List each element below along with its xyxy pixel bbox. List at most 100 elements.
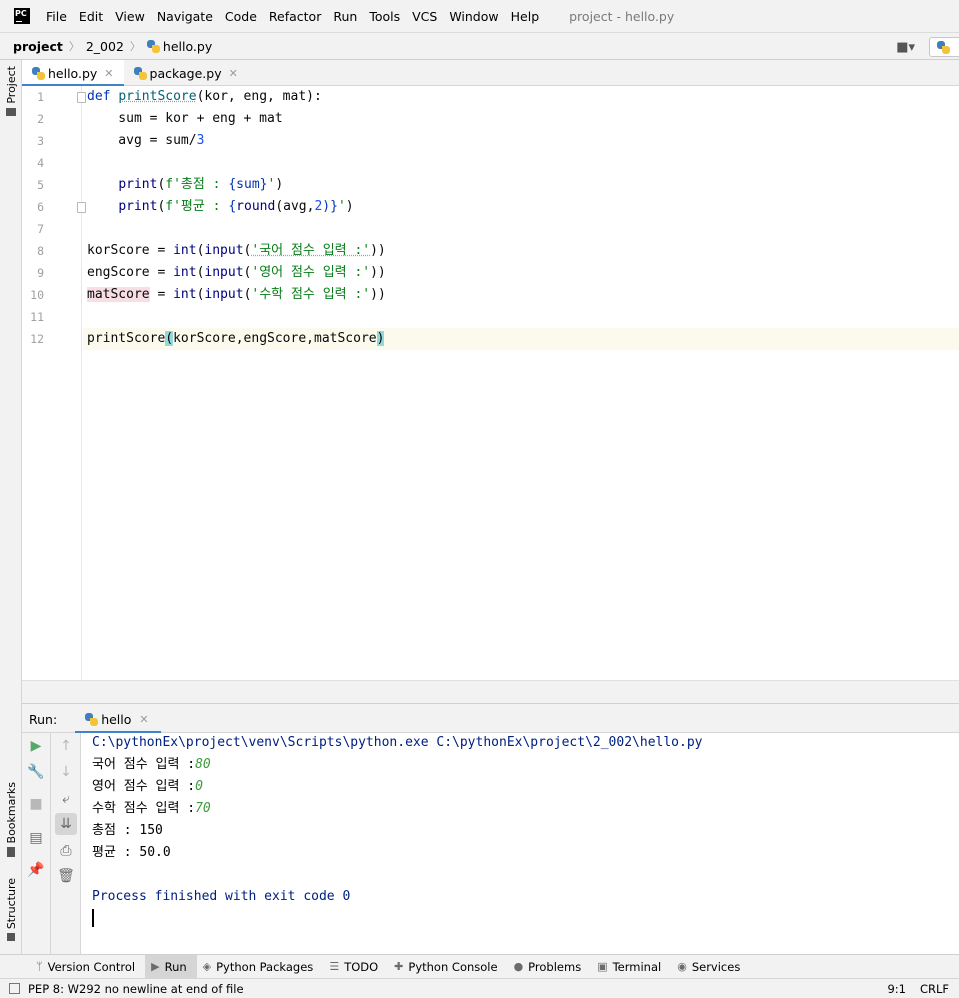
code-token: avg = sum/ [87,133,197,148]
stop-icon[interactable]: ■ [25,793,47,815]
tool-window-structure[interactable]: Structure [0,878,22,942]
branch-icon: ᛘ [36,960,43,973]
menu-code[interactable]: Code [225,9,257,24]
menu-edit[interactable]: Edit [79,9,103,24]
menu-navigate[interactable]: Navigate [157,9,213,24]
python-icon [85,712,99,726]
status-toggle-icon[interactable] [9,983,20,994]
tool-tab-run[interactable]: ▶ Run [145,954,197,979]
run-toolbar-secondary: ↑ ↓ ⤶ ⇊ ⎙ 🗑 [51,733,81,954]
breadcrumb-file[interactable]: hello.py [163,39,212,54]
breadcrumb-project[interactable]: project [13,39,63,54]
arrow-up-icon[interactable]: ↑ [55,735,77,757]
tool-tab-python-console[interactable]: ✚ Python Console [388,955,507,979]
fstring-expr-token: )} [322,199,338,214]
bottom-tool-window-bar: ᛘ Version Control ▶ Run ◈ Python Packages ☰… [0,954,959,979]
tool-tab-problems[interactable]: ● Problems [508,955,592,979]
tool-tab-services[interactable]: ◉ Services [671,955,750,979]
code-token: = [149,287,174,302]
builtin-token: input [204,265,244,280]
console-prompt-line: 국어 점수 입력 :80 [92,754,211,776]
close-icon[interactable]: ✕ [139,713,148,726]
menu-view[interactable]: View [115,9,145,24]
tool-tab-version-control[interactable]: ᛘ Version Control [30,955,145,979]
trash-icon[interactable]: 🗑 [55,865,77,887]
run-tab-hello[interactable]: hello ✕ [75,706,162,734]
navbar-actions: ■▾ [896,33,959,61]
code-token: ) [345,199,354,214]
soft-wrap-icon[interactable]: ⤶ [55,788,77,810]
line-number: 11 [30,310,44,324]
line-number-gutter[interactable]: 1 2 3 4 5 6 7 8 9 10 11 12 [22,86,86,680]
code-token: (avg, [275,199,315,214]
menu-help[interactable]: Help [511,9,540,24]
close-icon[interactable]: ✕ [229,67,238,80]
line-number: 7 [37,222,44,236]
code-line-8: korScore = int(input('국어 점수 입력 :')) [87,240,386,262]
rerun-icon[interactable]: ▶ [25,735,47,757]
scroll-to-end-icon[interactable]: ⇊ [55,813,77,835]
tool-window-project[interactable]: Project [0,66,22,116]
code-line-6: print(f'평균 : {round(avg,2)}') [87,196,354,218]
print-icon[interactable]: ⎙ [55,840,77,862]
fstring-expr-token: {sum} [228,177,268,192]
breadcrumb-folder[interactable]: 2_002 [86,39,124,54]
console-command-line: C:\pythonEx\project\venv\Scripts\python.… [92,735,703,750]
string-token: f'총점 : [165,177,229,192]
close-icon[interactable]: ✕ [104,67,113,80]
navigation-bar: project 〉 2_002 〉 hello.py ■▾ [0,32,959,60]
builtin-token: round [236,199,276,214]
tool-tab-label: Problems [528,959,582,974]
code-token: korScore,engScore,matScore [173,331,377,346]
console-user-input: 80 [195,757,211,772]
code-line-2: sum = kor + eng + mat [87,108,282,130]
bookmarks-tool-label: Bookmarks [4,782,18,844]
run-console[interactable]: C:\pythonEx\project\venv\Scripts\python.… [81,733,959,954]
console-prompt-line: 수학 점수 입력 :70 [92,798,211,820]
pin-icon[interactable]: 📌 [25,859,47,881]
run-configuration-selector[interactable] [929,37,959,57]
layout-icon[interactable]: ▤ [25,827,47,849]
play-circle-icon: ◉ [677,960,687,973]
folder-icon [6,107,16,116]
tool-tab-label: Services [691,959,741,974]
line-number: 4 [37,156,44,170]
left-tool-strip: Project Bookmarks Structure [0,60,22,956]
code-token: printScore [87,331,166,346]
line-number: 9 [37,266,44,280]
tool-window-bookmarks[interactable]: Bookmarks [0,782,22,858]
wrench-icon[interactable]: 🔧 [25,761,47,783]
arrow-down-icon[interactable]: ↓ [55,761,77,783]
caret-position[interactable]: 9:1 [887,982,906,996]
code-editor[interactable]: 1 2 3 4 5 6 7 8 9 10 11 12 def printScor… [22,86,959,680]
tool-tab-todo[interactable]: ☰ TODO [323,955,388,979]
tool-tab-python-packages[interactable]: ◈ Python Packages [197,955,324,979]
code-area[interactable]: def printScore(kor, eng, mat): sum = kor… [83,86,959,680]
menu-refactor[interactable]: Refactor [269,9,321,24]
menu-window[interactable]: Window [449,9,498,24]
tool-tab-terminal[interactable]: ▣ Terminal [591,955,671,979]
project-tool-label: Project [4,66,18,104]
console-output-total: 총점 : 150 [92,823,163,838]
highlighted-identifier-token: matScore [87,287,150,302]
builtin-token: input [204,243,244,258]
code-token: )) [370,243,386,258]
menu-vcs[interactable]: VCS [412,9,437,24]
structure-tool-label: Structure [4,878,18,930]
tab-package-py[interactable]: package.py ✕ [124,60,248,86]
run-toolbar-primary: ▶ 🔧 ■ ▤ 📌 [22,733,51,954]
menu-tools[interactable]: Tools [369,9,400,24]
python-file-icon [32,66,45,80]
line-ending[interactable]: CRLF [920,982,949,996]
line-number: 12 [30,332,44,346]
menu-file[interactable]: File [46,9,67,24]
user-account-icon[interactable]: ■▾ [896,40,915,55]
status-message[interactable]: PEP 8: W292 no newline at end of file [28,982,244,996]
editor-horizontal-scrollbar[interactable] [22,680,959,704]
menu-run[interactable]: Run [333,9,357,24]
python-icon [936,40,950,54]
pycharm-logo-icon: PC [14,8,30,24]
line-number: 5 [37,178,44,192]
tool-tab-label: Version Control [47,959,136,974]
tab-hello-py[interactable]: hello.py ✕ [22,60,124,87]
